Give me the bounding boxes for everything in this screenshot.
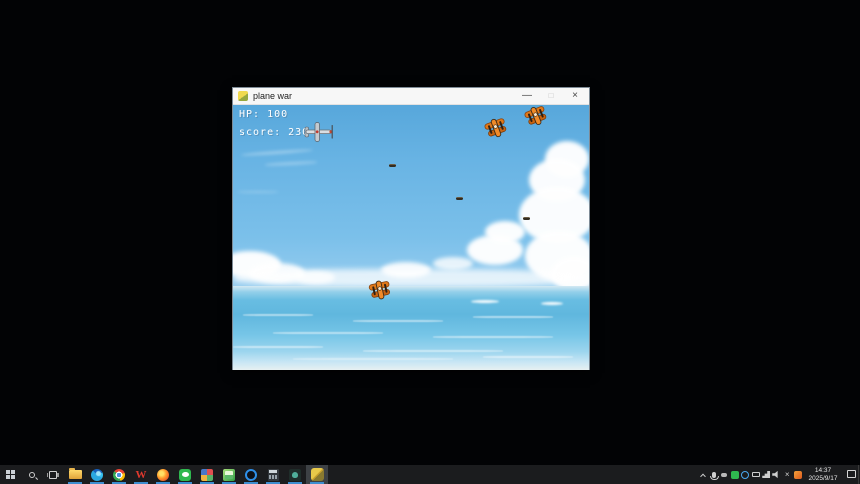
wechat-icon-glyph [179, 468, 191, 481]
tray-network-icon-glyph [762, 471, 771, 478]
taskbar-clock[interactable]: 14:37 2025/9/17 [803, 467, 843, 483]
hp-label: HP: 100 [239, 109, 289, 120]
taskbar-apps: W [64, 465, 328, 484]
firefox-browser-icon[interactable] [152, 465, 174, 484]
mail-app-icon[interactable] [196, 465, 218, 484]
firefox-browser-icon-glyph [157, 468, 169, 481]
photos-app-icon[interactable] [218, 465, 240, 484]
search-icon [28, 471, 35, 478]
tray-keyboard-icon-glyph [751, 471, 760, 478]
clock-time: 14:37 [814, 466, 832, 474]
tray-wechat-icon-glyph [730, 470, 739, 479]
taskbar: W × 14:37 2025/9/17 [0, 465, 860, 484]
tray-expand-icon-glyph [700, 473, 707, 479]
system-tray: × [698, 465, 803, 484]
cloud [240, 148, 314, 157]
wps-office-icon[interactable]: W [130, 465, 152, 484]
clock-date: 2025/9/17 [808, 474, 838, 482]
tray-orange-icon[interactable] [793, 465, 804, 484]
minimize-button[interactable]: — [515, 88, 539, 105]
calculator-app-icon-glyph [267, 468, 279, 481]
python-game-icon-glyph [310, 468, 324, 481]
wechat-icon[interactable] [174, 465, 196, 484]
tray-volume-icon[interactable] [772, 465, 783, 484]
wps-office-icon-glyph: W [135, 468, 147, 481]
close-button[interactable]: × [563, 88, 587, 105]
cat-app-icon-glyph [289, 468, 301, 481]
ocean [233, 286, 589, 370]
tray-blob-icon-glyph [721, 472, 728, 477]
chrome-browser-icon-glyph [113, 468, 125, 481]
window-title: plane war [253, 90, 293, 101]
tray-close-icon[interactable]: × [782, 465, 793, 484]
tray-mic-icon[interactable] [709, 465, 720, 484]
task-view-button[interactable] [42, 465, 63, 484]
tray-blue-ring-icon[interactable] [740, 465, 751, 484]
calculator-app-icon[interactable] [262, 465, 284, 484]
file-explorer-icon-glyph [68, 468, 82, 479]
cat-app-icon[interactable] [284, 465, 306, 484]
tray-network-icon[interactable] [761, 465, 772, 484]
pygame-icon [238, 91, 248, 101]
enemy-plane-sprite [524, 106, 547, 126]
mail-app-icon-glyph [201, 468, 213, 481]
search-button[interactable] [21, 465, 42, 484]
tray-blue-ring-icon-glyph [741, 470, 750, 479]
window-titlebar[interactable]: plane war — □ × [233, 88, 589, 105]
task-view-icon [46, 470, 59, 479]
tray-expand-icon[interactable] [698, 465, 709, 484]
notification-center-icon[interactable] [847, 470, 856, 478]
desktop: plane war — □ × HP: 100 score: 230 W × 1… [0, 0, 860, 484]
cloud [237, 191, 279, 193]
start-button[interactable] [0, 465, 21, 484]
tray-blob-icon[interactable] [719, 465, 730, 484]
python-game-icon[interactable] [306, 465, 328, 484]
tray-orange-icon-glyph [793, 470, 802, 479]
enemy-bullet-sprite [456, 197, 463, 200]
enemy-bullet-sprite [389, 164, 396, 167]
player-plane-sprite [304, 122, 333, 142]
game-window: plane war — □ × HP: 100 score: 230 [232, 87, 590, 370]
edge-browser-icon-glyph [91, 468, 103, 481]
photos-app-icon-glyph [223, 468, 235, 481]
tray-close-icon-glyph: × [784, 470, 790, 479]
cloud [485, 221, 525, 243]
horizon-haze [233, 269, 589, 287]
game-area: HP: 100 score: 230 [233, 105, 589, 370]
enemy-bullet-sprite [523, 217, 530, 220]
windows-logo-icon [6, 470, 15, 479]
tray-keyboard-icon[interactable] [751, 465, 762, 484]
edge-browser-icon[interactable] [86, 465, 108, 484]
file-explorer-icon[interactable] [64, 465, 86, 484]
tray-volume-icon-glyph [772, 470, 778, 479]
blue-ring-app-icon-glyph [245, 468, 257, 481]
tray-wechat-icon[interactable] [730, 465, 741, 484]
cloud [264, 160, 318, 166]
blue-ring-app-icon[interactable] [240, 465, 262, 484]
enemy-plane-sprite [484, 118, 507, 138]
maximize-button[interactable]: □ [539, 88, 563, 105]
tray-mic-icon-glyph [710, 471, 719, 480]
chrome-browser-icon[interactable] [108, 465, 130, 484]
score-label: score: 230 [239, 127, 310, 138]
